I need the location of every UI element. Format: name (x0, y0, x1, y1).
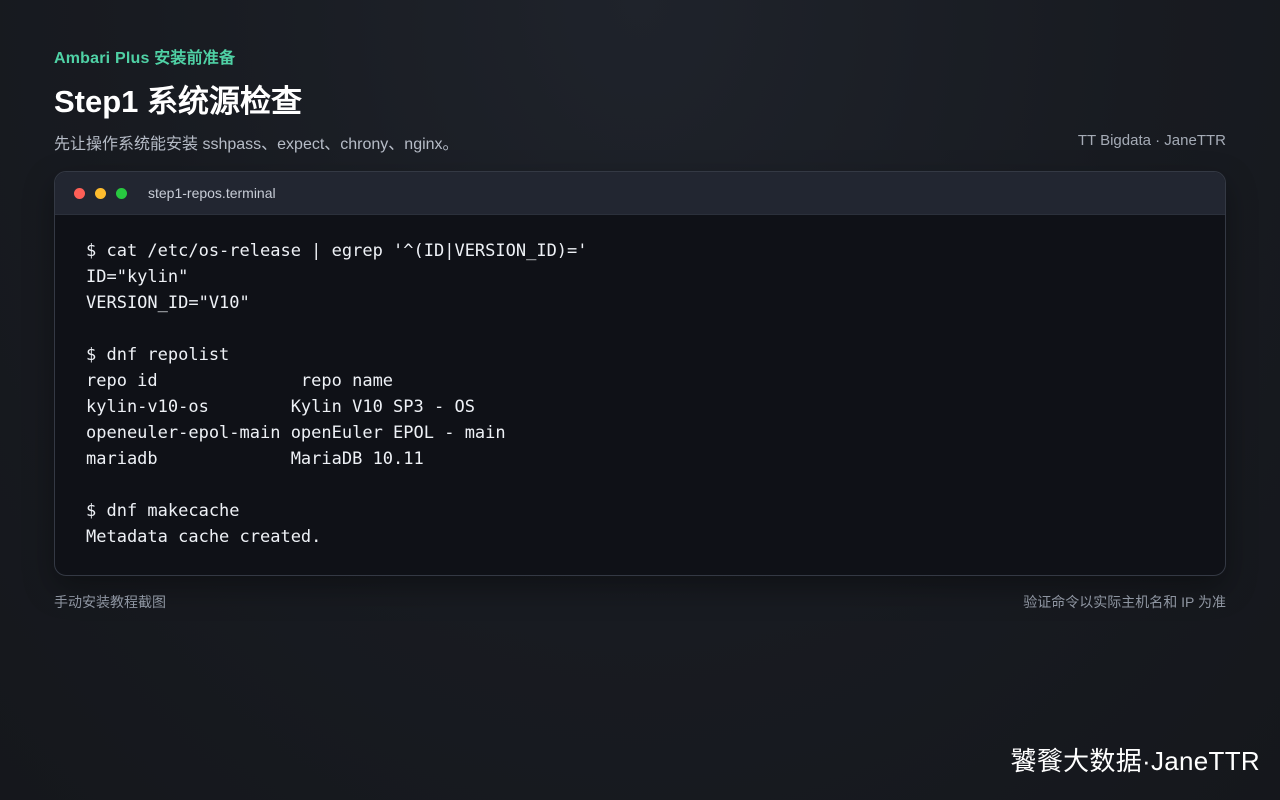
terminal-line: Metadata cache created. (86, 527, 322, 547)
maximize-window-icon[interactable] (116, 188, 127, 199)
terminal-line: $ dnf repolist (86, 345, 230, 365)
terminal-titlebar: step1-repos.terminal (55, 172, 1225, 215)
terminal-output: $ cat /etc/os-release | egrep '^(ID|VERS… (86, 238, 588, 550)
footer-note: 验证命令以实际主机名和 IP 为准 (1023, 594, 1226, 610)
terminal-line: $ cat /etc/os-release | egrep '^(ID|VERS… (86, 241, 588, 261)
terminal-line: ID="kylin" (86, 267, 189, 287)
terminal-line: kylin-v10-os Kylin V10 SP3 - OS (86, 397, 475, 417)
terminal-line: VERSION_ID="V10" (86, 293, 250, 313)
minimize-window-icon[interactable] (95, 188, 106, 199)
watermark: 饕餮大数据·JaneTTR (1010, 746, 1260, 776)
terminal-title: step1-repos.terminal (148, 185, 276, 201)
page-subtitle: 先让操作系统能安装 sshpass、expect、chrony、nginx。 (54, 136, 459, 153)
terminal-window: step1-repos.terminal $ cat /etc/os-relea… (54, 171, 1226, 576)
terminal-line: $ dnf makecache (86, 501, 240, 521)
author-byline: TT Bigdata · JaneTTR (1077, 132, 1226, 149)
section-eyebrow: Ambari Plus 安装前准备 (54, 50, 236, 67)
page-title: Step1 系统源检查 (54, 84, 303, 119)
close-window-icon[interactable] (74, 188, 85, 199)
footer-caption: 手动安装教程截图 (54, 594, 166, 610)
terminal-line: openeuler-epol-main openEuler EPOL - mai… (86, 423, 506, 443)
terminal-line: repo id repo name (86, 371, 394, 391)
terminal-line: mariadb MariaDB 10.11 (86, 449, 424, 469)
